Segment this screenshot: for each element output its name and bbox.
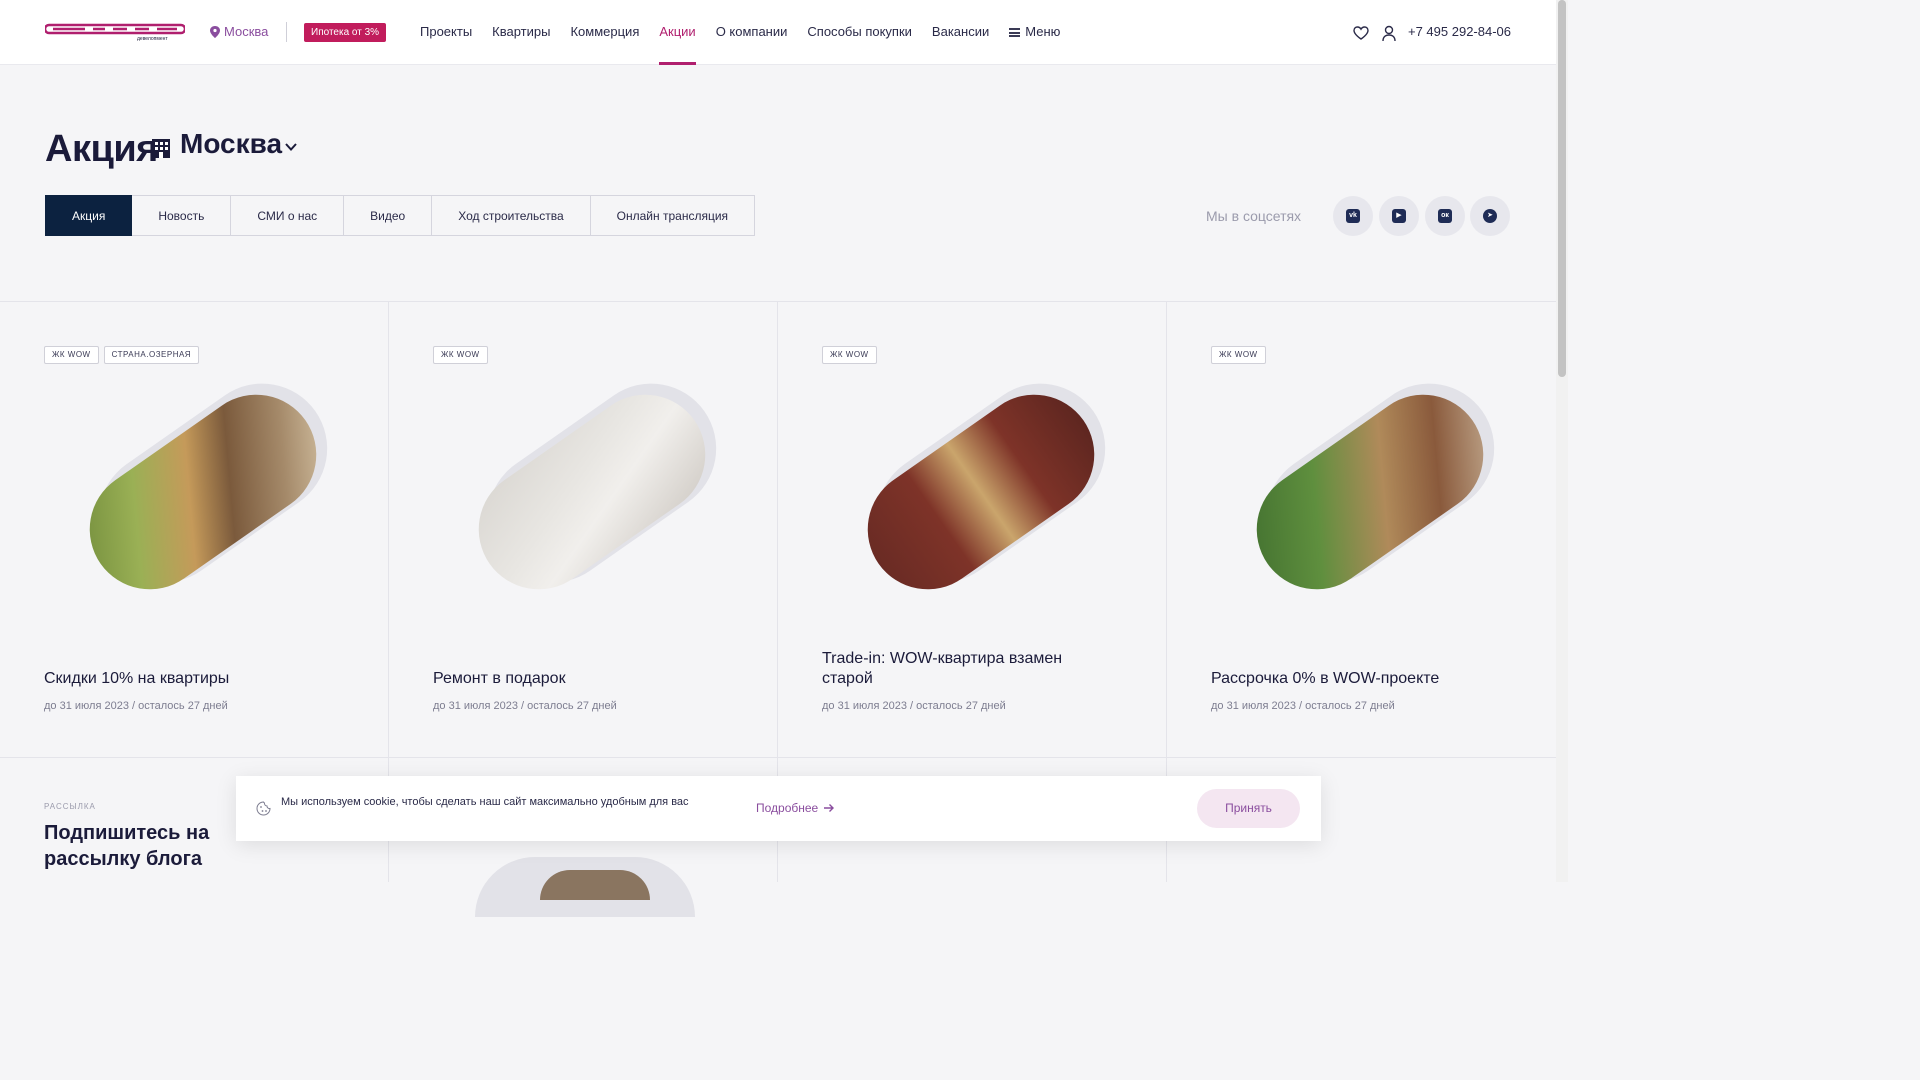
vk-icon: vk: [1346, 209, 1360, 223]
nav-vacancies[interactable]: Вакансии: [932, 0, 989, 65]
card-image-photo: [540, 870, 650, 900]
user-account-icon[interactable]: [1380, 24, 1398, 42]
card-tags: ЖК WOW: [1211, 346, 1266, 364]
main-nav: Проекты Квартиры Коммерция Акции О компа…: [420, 0, 1080, 65]
nav-commercial[interactable]: Коммерция: [570, 0, 639, 65]
card-title[interactable]: Рассрочка 0% в WOW-проекте: [1211, 669, 1491, 689]
card-meta: до 31 июля 2023 / осталось 27 дней: [1211, 700, 1395, 712]
arrow-right-icon: [824, 804, 835, 812]
odnoklassniki-button[interactable]: ок: [1425, 196, 1465, 236]
nav-menu-label: Меню: [1025, 24, 1061, 39]
card-image[interactable]: [455, 358, 742, 613]
favorites-heart-icon[interactable]: [1352, 24, 1370, 42]
tab-media[interactable]: СМИ о нас: [231, 195, 345, 236]
youtube-button[interactable]: ▶: [1379, 196, 1419, 236]
social-label: Мы в соцсетях: [1206, 208, 1302, 224]
vk-button[interactable]: vk: [1333, 196, 1373, 236]
building-icon: [152, 139, 170, 158]
card-title[interactable]: Скидки 10% на квартиры: [44, 669, 324, 689]
site-header: девелопмент Москва Ипотека от 3% Проекты…: [0, 0, 1556, 65]
nav-menu[interactable]: Меню: [1009, 0, 1060, 65]
menu-icon: [1009, 28, 1021, 38]
card-image[interactable]: [844, 358, 1131, 613]
card-image[interactable]: [1233, 358, 1520, 613]
nav-apartments[interactable]: Квартиры: [492, 0, 550, 65]
telegram-button[interactable]: ➤: [1470, 196, 1510, 236]
page-title: Акция: [45, 128, 158, 170]
card-tag[interactable]: ЖК WOW: [1211, 346, 1266, 364]
mortgage-promo-button[interactable]: Ипотека от 3%: [304, 23, 387, 42]
chevron-down-icon[interactable]: [284, 140, 298, 154]
promo-cards: ЖК WOW СТРАНА.ОЗЕРНАЯ Скидки 10% на квар…: [0, 301, 1556, 759]
cookie-banner: Мы используем cookie, чтобы сделать наш …: [236, 776, 1321, 841]
divider: [286, 22, 287, 42]
cookie-more-label: Подробнее: [756, 801, 819, 815]
category-tabs: Акция Новость СМИ о нас Видео Ход строит…: [45, 195, 756, 237]
nav-projects[interactable]: Проекты: [420, 0, 472, 65]
card-tags: ЖК WOW: [433, 346, 488, 364]
promo-card[interactable]: ЖК WOW Ремонт в подарок до 31 июля 2023 …: [389, 302, 778, 759]
logo[interactable]: девелопмент: [45, 22, 185, 42]
card-title[interactable]: Ремонт в подарок: [433, 669, 713, 689]
cookie-icon: [256, 801, 271, 816]
card-meta: до 31 июля 2023 / осталось 27 дней: [822, 700, 1006, 712]
cookie-text: Мы используем cookie, чтобы сделать наш …: [281, 796, 689, 808]
card-tags: ЖК WOW: [822, 346, 877, 364]
logo-subtext: девелопмент: [137, 36, 168, 42]
cookie-more-link[interactable]: Подробнее: [756, 801, 835, 815]
card-tag[interactable]: СТРАНА.ОЗЕРНАЯ: [103, 346, 200, 364]
card-tag[interactable]: ЖК WOW: [822, 346, 877, 364]
promo-card[interactable]: ЖК WOW Trade-in: WOW-квартира взамен ста…: [778, 302, 1167, 759]
subscribe-label: РАССЫЛКА: [44, 802, 96, 811]
odnoklassniki-icon: ок: [1438, 209, 1452, 223]
tab-promotion[interactable]: Акция: [45, 195, 133, 236]
cookie-accept-button[interactable]: Принять: [1197, 789, 1300, 828]
card-tag[interactable]: ЖК WOW: [433, 346, 488, 364]
tab-construction-progress[interactable]: Ход строительства: [432, 195, 591, 236]
location-pin-icon: [210, 25, 220, 38]
scrollbar[interactable]: [1556, 0, 1568, 882]
nav-promotions[interactable]: Акции: [659, 0, 697, 65]
promo-card[interactable]: ЖК WOW СТРАНА.ОЗЕРНАЯ Скидки 10% на квар…: [0, 302, 389, 759]
telegram-icon: ➤: [1483, 209, 1497, 223]
card-tag[interactable]: ЖК WOW: [44, 346, 99, 364]
city-selector[interactable]: Москва: [210, 24, 268, 39]
card-meta: до 31 июля 2023 / осталось 27 дней: [44, 700, 228, 712]
card-image[interactable]: [66, 358, 353, 613]
promo-card[interactable]: ЖК WOW Рассрочка 0% в WOW-проекте до 31 …: [1167, 302, 1556, 759]
card-tags: ЖК WOW СТРАНА.ОЗЕРНАЯ: [44, 346, 200, 364]
scrollbar-thumb[interactable]: [1558, 0, 1566, 377]
nav-purchase-methods[interactable]: Способы покупки: [807, 0, 912, 65]
tab-live-stream[interactable]: Онлайн трансляция: [590, 195, 756, 236]
tab-news[interactable]: Новость: [132, 195, 232, 236]
city-dropdown[interactable]: Москва: [180, 128, 282, 160]
tab-video[interactable]: Видео: [344, 195, 433, 236]
city-label: Москва: [224, 24, 269, 39]
youtube-icon: ▶: [1392, 209, 1406, 223]
card-title[interactable]: Trade-in: WOW-квартира взамен старой: [822, 649, 1102, 689]
card-meta: до 31 июля 2023 / осталось 27 дней: [433, 700, 617, 712]
nav-about[interactable]: О компании: [716, 0, 788, 65]
phone-link[interactable]: +7 495 292-84-06: [1408, 24, 1511, 39]
